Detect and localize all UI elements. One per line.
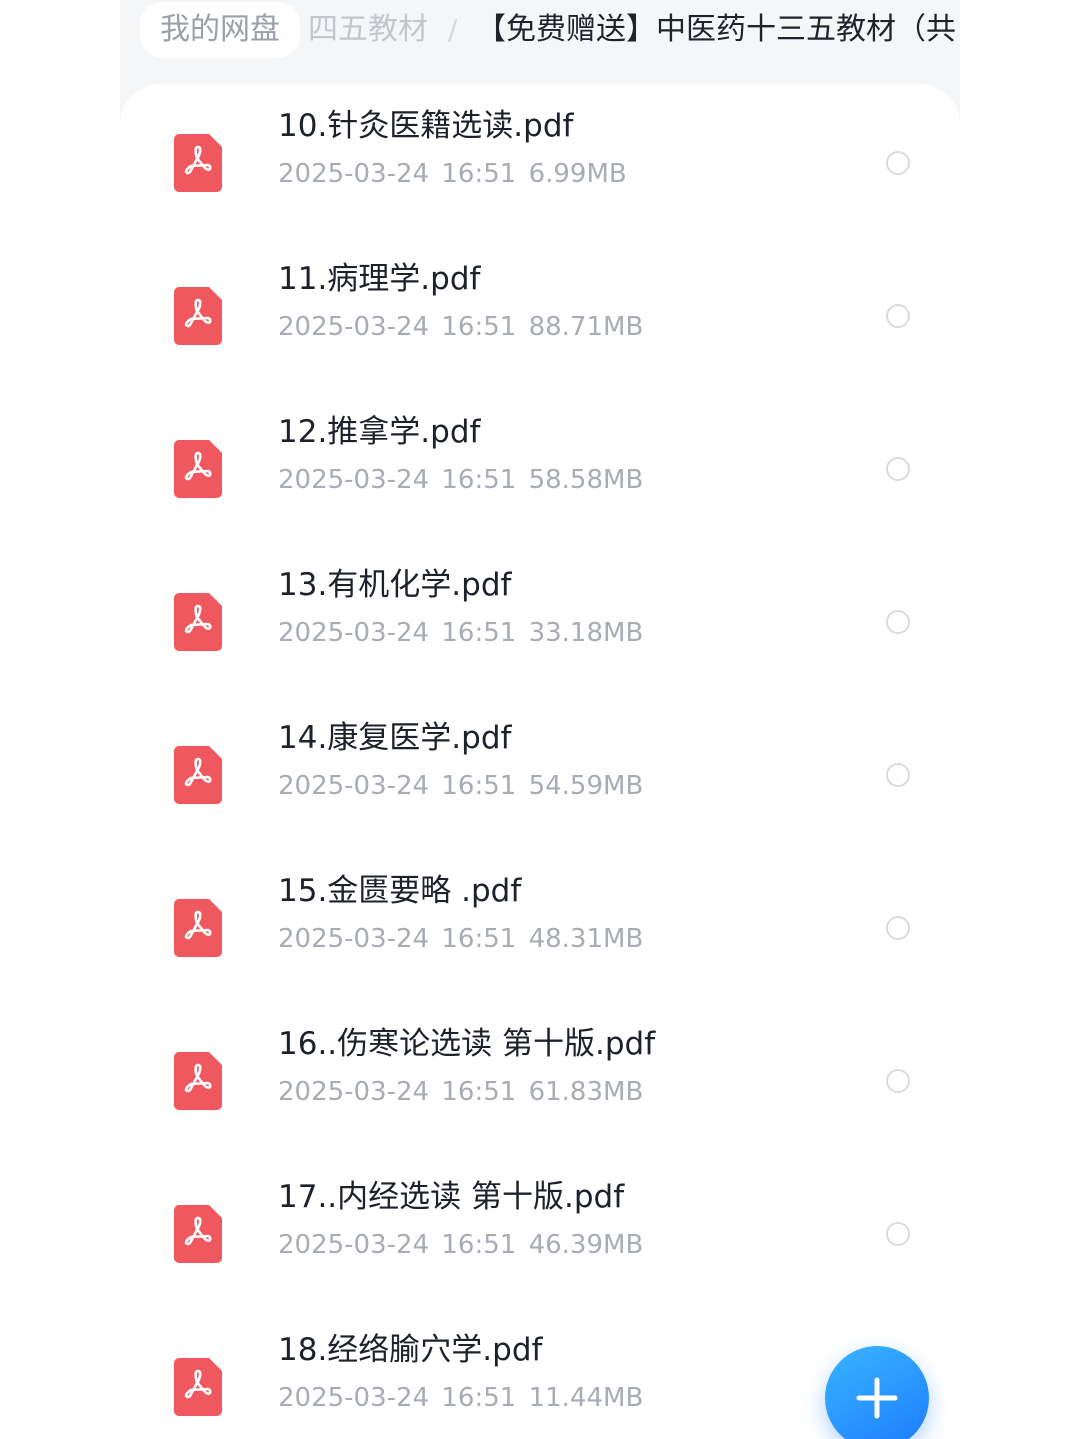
file-time: 16:51	[441, 771, 517, 801]
file-meta: 2025-03-24 16:51 61.83MB	[278, 1075, 643, 1109]
file-meta: 2025-03-24 16:51 46.39MB	[278, 1228, 643, 1262]
file-date: 2025-03-24	[278, 618, 430, 648]
pdf-file-icon	[174, 899, 222, 957]
file-meta: 2025-03-24 16:51 33.18MB	[278, 616, 643, 650]
file-row[interactable]: 17..内经选读 第十版.pdf 2025-03-24 16:51 46.39M…	[120, 1156, 960, 1309]
file-name: 12.推拿学.pdf	[278, 414, 481, 450]
select-radio[interactable]	[886, 1222, 910, 1246]
breadcrumb-parent-folder[interactable]: 四五教材	[308, 2, 428, 58]
file-size: 61.83MB	[528, 1077, 644, 1107]
file-name: 18.经络腧穴学.pdf	[278, 1332, 543, 1368]
file-time: 16:51	[441, 1383, 517, 1413]
file-time: 16:51	[441, 1077, 517, 1107]
file-browser-screen: 我的网盘 四五教材 / 【免费赠送】中医药十三五教材（共 10.针灸医籍选读.p…	[0, 0, 1080, 1439]
file-date: 2025-03-24	[278, 1077, 430, 1107]
select-radio[interactable]	[886, 1069, 910, 1093]
file-size: 58.58MB	[528, 465, 644, 495]
file-meta: 2025-03-24 16:51 48.31MB	[278, 922, 643, 956]
file-name: 14.康复医学.pdf	[278, 720, 512, 756]
file-list: 10.针灸医籍选读.pdf 2025-03-24 16:51 6.99MB 11…	[120, 84, 960, 1439]
file-name: 11.病理学.pdf	[278, 261, 481, 297]
pdf-file-icon	[174, 1052, 222, 1110]
file-time: 16:51	[441, 159, 517, 189]
file-name: 16..伤寒论选读 第十版.pdf	[278, 1026, 656, 1062]
file-row[interactable]: 11.病理学.pdf 2025-03-24 16:51 88.71MB	[120, 238, 960, 391]
pdf-file-icon	[174, 1358, 222, 1416]
file-meta: 2025-03-24 16:51 54.59MB	[278, 769, 643, 803]
file-size: 88.71MB	[528, 312, 644, 342]
file-meta: 2025-03-24 16:51 58.58MB	[278, 463, 643, 497]
file-name: 10.针灸医籍选读.pdf	[278, 108, 574, 144]
file-meta: 2025-03-24 16:51 11.44MB	[278, 1381, 643, 1415]
pdf-file-icon	[174, 440, 222, 498]
file-date: 2025-03-24	[278, 1383, 430, 1413]
file-time: 16:51	[441, 924, 517, 954]
file-time: 16:51	[441, 1230, 517, 1260]
breadcrumb-home[interactable]: 我的网盘	[140, 2, 300, 58]
file-time: 16:51	[441, 312, 517, 342]
file-meta: 2025-03-24 16:51 88.71MB	[278, 310, 643, 344]
pdf-file-icon	[174, 134, 222, 192]
add-button[interactable]	[825, 1346, 929, 1439]
file-size: 33.18MB	[528, 618, 644, 648]
pdf-file-icon	[174, 746, 222, 804]
file-time: 16:51	[441, 618, 517, 648]
select-radio[interactable]	[886, 457, 910, 481]
file-size: 6.99MB	[528, 159, 627, 189]
file-name: 15.金匮要略 .pdf	[278, 873, 522, 909]
select-radio[interactable]	[886, 304, 910, 328]
pdf-file-icon	[174, 593, 222, 651]
file-row[interactable]: 15.金匮要略 .pdf 2025-03-24 16:51 48.31MB	[120, 850, 960, 1003]
file-date: 2025-03-24	[278, 924, 430, 954]
select-radio[interactable]	[886, 916, 910, 940]
file-size: 11.44MB	[528, 1383, 644, 1413]
file-date: 2025-03-24	[278, 1230, 430, 1260]
plus-icon	[856, 1377, 898, 1419]
file-row[interactable]: 14.康复医学.pdf 2025-03-24 16:51 54.59MB	[120, 697, 960, 850]
file-date: 2025-03-24	[278, 159, 430, 189]
file-meta: 2025-03-24 16:51 6.99MB	[278, 157, 627, 191]
file-row[interactable]: 16..伤寒论选读 第十版.pdf 2025-03-24 16:51 61.83…	[120, 1003, 960, 1156]
file-date: 2025-03-24	[278, 771, 430, 801]
file-row[interactable]: 12.推拿学.pdf 2025-03-24 16:51 58.58MB	[120, 391, 960, 544]
file-row[interactable]: 10.针灸医籍选读.pdf 2025-03-24 16:51 6.99MB	[120, 85, 960, 238]
file-date: 2025-03-24	[278, 312, 430, 342]
file-size: 54.59MB	[528, 771, 644, 801]
pdf-file-icon	[174, 1205, 222, 1263]
select-radio[interactable]	[886, 151, 910, 175]
select-radio[interactable]	[886, 763, 910, 787]
file-name: 17..内经选读 第十版.pdf	[278, 1179, 625, 1215]
file-size: 46.39MB	[528, 1230, 644, 1260]
file-row[interactable]: 13.有机化学.pdf 2025-03-24 16:51 33.18MB	[120, 544, 960, 697]
pdf-file-icon	[174, 287, 222, 345]
breadcrumb-separator: /	[448, 13, 458, 46]
file-name: 13.有机化学.pdf	[278, 567, 512, 603]
file-date: 2025-03-24	[278, 465, 430, 495]
file-size: 48.31MB	[528, 924, 644, 954]
select-radio[interactable]	[886, 610, 910, 634]
breadcrumb-current-folder: 【免费赠送】中医药十三五教材（共	[476, 12, 956, 47]
file-time: 16:51	[441, 465, 517, 495]
breadcrumb: 我的网盘 四五教材 / 【免费赠送】中医药十三五教材（共	[120, 0, 960, 64]
